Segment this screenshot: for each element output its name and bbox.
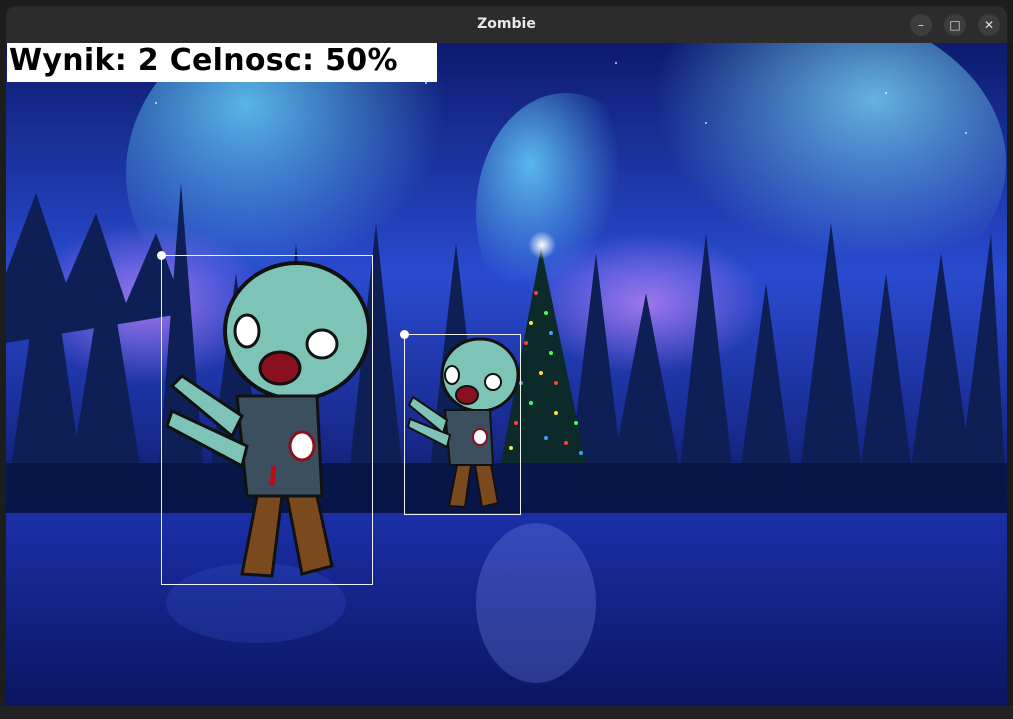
app-window: Zombie – □ ✕ Wynik: 2 Celnosc: 50% xyxy=(0,0,1013,719)
title-bar[interactable]: Zombie – □ ✕ xyxy=(6,6,1007,43)
window-title: Zombie xyxy=(477,16,536,32)
score-panel: Wynik: 2 Celnosc: 50% xyxy=(7,43,437,82)
score-accuracy-label: Wynik: 2 Celnosc: 50% xyxy=(9,43,398,78)
window-bottom-edge xyxy=(0,706,1013,719)
maximize-button[interactable]: □ xyxy=(944,14,966,36)
game-canvas[interactable]: Wynik: 2 Celnosc: 50% xyxy=(6,43,1007,706)
zombie-target-large[interactable] xyxy=(161,255,373,585)
zombie-sprite xyxy=(406,337,520,509)
window-edge xyxy=(1007,43,1013,706)
close-button[interactable]: ✕ xyxy=(978,14,1000,36)
zombie-sprite xyxy=(165,261,371,578)
zombie-target-small[interactable] xyxy=(404,334,521,515)
target-anchor-dot xyxy=(400,330,409,339)
minimize-button[interactable]: – xyxy=(910,14,932,36)
target-anchor-dot xyxy=(157,251,166,260)
